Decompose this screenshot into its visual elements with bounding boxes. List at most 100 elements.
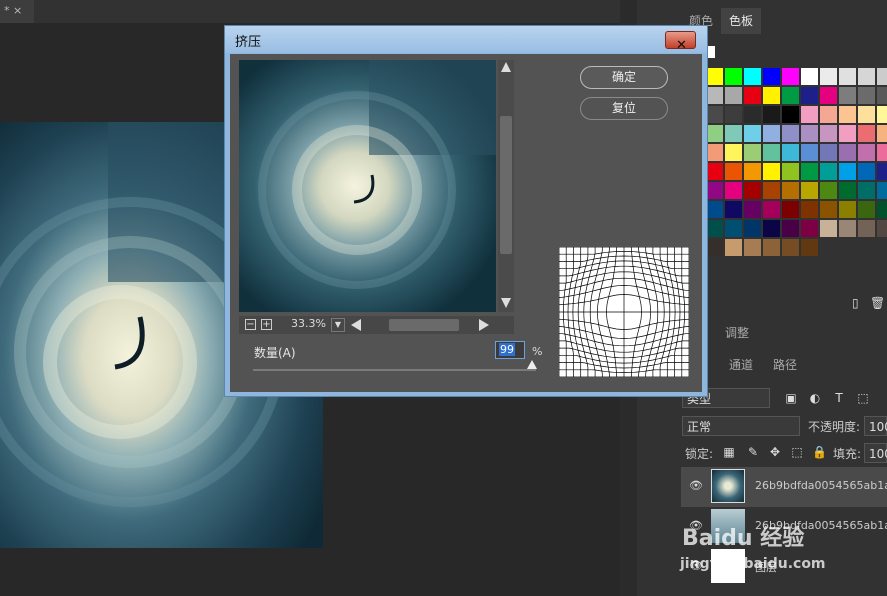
reset-button[interactable]: 复位 bbox=[580, 97, 668, 120]
color-swatch[interactable] bbox=[801, 163, 818, 180]
lock-all-icon[interactable]: 🔒 bbox=[812, 445, 827, 459]
preview-vertical-scrollbar[interactable] bbox=[498, 60, 514, 312]
color-swatch[interactable] bbox=[725, 201, 742, 218]
layer-row[interactable]: 👁 26b9bdfda0054565ab1a3. bbox=[681, 467, 887, 507]
color-swatch[interactable] bbox=[839, 68, 856, 85]
color-swatch[interactable] bbox=[725, 144, 742, 161]
color-swatch[interactable] bbox=[801, 68, 818, 85]
color-swatch[interactable] bbox=[839, 144, 856, 161]
color-swatch[interactable] bbox=[820, 220, 837, 237]
color-swatch[interactable] bbox=[725, 125, 742, 142]
color-swatch[interactable] bbox=[744, 144, 761, 161]
color-swatch[interactable] bbox=[706, 220, 723, 237]
color-swatch[interactable] bbox=[763, 201, 780, 218]
color-swatch[interactable] bbox=[744, 220, 761, 237]
color-swatch[interactable] bbox=[763, 239, 780, 256]
scroll-left-icon[interactable] bbox=[351, 319, 361, 331]
color-swatch[interactable] bbox=[877, 87, 887, 104]
amount-slider[interactable] bbox=[253, 369, 536, 371]
color-swatch[interactable] bbox=[839, 87, 856, 104]
color-swatch[interactable] bbox=[725, 163, 742, 180]
tab-channels[interactable]: 通道 bbox=[721, 352, 761, 378]
zoom-out-icon[interactable]: − bbox=[245, 319, 256, 330]
blend-mode-select[interactable]: 正常 bbox=[682, 416, 800, 436]
color-swatch[interactable] bbox=[877, 106, 887, 123]
color-swatch[interactable] bbox=[858, 106, 875, 123]
tab-swatches[interactable]: 色板 bbox=[721, 8, 762, 34]
color-swatch[interactable] bbox=[744, 68, 761, 85]
color-swatch[interactable] bbox=[839, 125, 856, 142]
shape-filter-icon[interactable]: ⬚ bbox=[856, 391, 870, 405]
color-swatch[interactable] bbox=[820, 201, 837, 218]
color-swatch[interactable] bbox=[858, 220, 875, 237]
lock-artboard-icon[interactable]: ⬚ bbox=[790, 445, 804, 459]
color-swatch[interactable] bbox=[744, 87, 761, 104]
color-swatch[interactable] bbox=[839, 220, 856, 237]
color-swatch[interactable] bbox=[820, 163, 837, 180]
color-swatch[interactable] bbox=[877, 144, 887, 161]
swatch-fg[interactable] bbox=[707, 46, 715, 58]
color-swatch[interactable] bbox=[820, 125, 837, 142]
color-swatch[interactable] bbox=[706, 106, 723, 123]
color-swatch[interactable] bbox=[877, 68, 887, 85]
color-swatch[interactable] bbox=[820, 144, 837, 161]
opacity-input[interactable]: 100 bbox=[864, 416, 887, 436]
color-swatch[interactable] bbox=[801, 106, 818, 123]
color-swatch[interactable] bbox=[858, 68, 875, 85]
color-swatch[interactable] bbox=[782, 106, 799, 123]
color-swatch[interactable] bbox=[706, 239, 723, 256]
color-swatch[interactable] bbox=[706, 87, 723, 104]
zoom-in-icon[interactable]: + bbox=[261, 319, 272, 330]
tab-adjustments[interactable]: 调整 bbox=[717, 320, 757, 346]
color-swatch[interactable] bbox=[763, 125, 780, 142]
color-swatch[interactable] bbox=[820, 106, 837, 123]
color-swatch[interactable] bbox=[782, 125, 799, 142]
color-swatch[interactable] bbox=[725, 106, 742, 123]
color-swatch[interactable] bbox=[801, 201, 818, 218]
color-swatch[interactable] bbox=[744, 239, 761, 256]
fill-input[interactable]: 100 bbox=[864, 443, 887, 463]
color-swatch[interactable] bbox=[877, 220, 887, 237]
type-filter-icon[interactable]: T bbox=[832, 391, 846, 405]
color-swatch[interactable] bbox=[801, 220, 818, 237]
color-swatch[interactable] bbox=[858, 182, 875, 199]
color-swatch[interactable] bbox=[858, 201, 875, 218]
color-swatch[interactable] bbox=[782, 182, 799, 199]
scroll-up-icon[interactable] bbox=[501, 62, 511, 72]
color-swatch[interactable] bbox=[782, 163, 799, 180]
color-swatch[interactable] bbox=[744, 182, 761, 199]
color-swatch[interactable] bbox=[706, 125, 723, 142]
color-swatch[interactable] bbox=[763, 220, 780, 237]
color-swatch[interactable] bbox=[782, 201, 799, 218]
color-swatch[interactable] bbox=[782, 239, 799, 256]
scroll-right-icon[interactable] bbox=[479, 319, 489, 331]
image-filter-icon[interactable]: ▣ bbox=[784, 391, 798, 405]
color-swatch[interactable] bbox=[782, 220, 799, 237]
eye-icon[interactable]: 👁 bbox=[689, 479, 703, 493]
color-swatch[interactable] bbox=[877, 163, 887, 180]
scroll-down-icon[interactable] bbox=[501, 298, 511, 308]
lock-paint-icon[interactable]: ✎ bbox=[746, 445, 760, 459]
color-swatch[interactable] bbox=[782, 87, 799, 104]
color-swatch[interactable] bbox=[820, 182, 837, 199]
tab-paths[interactable]: 路径 bbox=[765, 352, 805, 378]
color-swatch[interactable] bbox=[858, 163, 875, 180]
document-tab[interactable]: * × bbox=[0, 0, 34, 23]
color-swatch[interactable] bbox=[763, 106, 780, 123]
amount-slider-thumb[interactable] bbox=[527, 360, 537, 369]
color-swatch[interactable] bbox=[877, 201, 887, 218]
color-swatch[interactable] bbox=[801, 87, 818, 104]
color-swatch[interactable] bbox=[801, 144, 818, 161]
color-swatch[interactable] bbox=[820, 68, 837, 85]
color-swatch[interactable] bbox=[820, 87, 837, 104]
color-swatch[interactable] bbox=[744, 201, 761, 218]
filter-preview[interactable] bbox=[239, 60, 496, 312]
color-swatch[interactable] bbox=[858, 125, 875, 142]
color-swatch[interactable] bbox=[801, 125, 818, 142]
dialog-titlebar[interactable]: 挤压 ✕ bbox=[225, 26, 707, 53]
color-swatch[interactable] bbox=[839, 163, 856, 180]
color-swatch[interactable] bbox=[782, 144, 799, 161]
color-swatch[interactable] bbox=[839, 182, 856, 199]
color-swatch[interactable] bbox=[725, 182, 742, 199]
color-swatch[interactable] bbox=[706, 163, 723, 180]
